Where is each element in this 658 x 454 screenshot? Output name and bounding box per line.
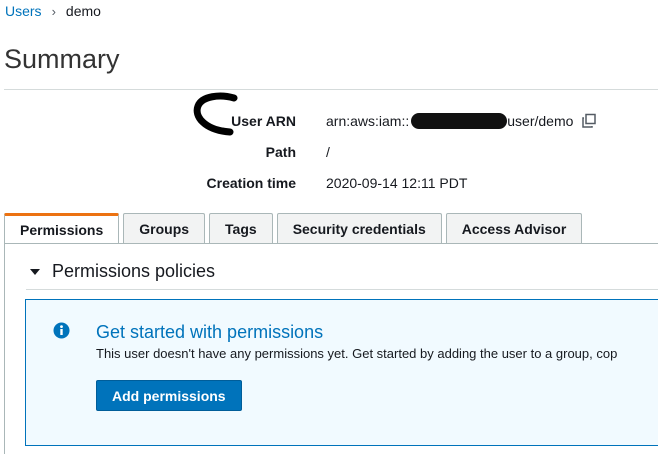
tab-tags[interactable]: Tags xyxy=(209,213,273,243)
tab-access-advisor[interactable]: Access Advisor xyxy=(445,213,583,243)
tab-bar: Permissions Groups Tags Security credent… xyxy=(4,213,586,244)
path-label: Path xyxy=(265,144,296,160)
section-divider xyxy=(26,289,658,290)
content-border xyxy=(4,243,5,454)
user-arn-label: User ARN xyxy=(231,113,296,129)
tab-groups[interactable]: Groups xyxy=(123,213,206,243)
add-permissions-button[interactable]: Add permissions xyxy=(96,380,242,411)
creation-time-value: 2020-09-14 12:11 PDT xyxy=(326,175,468,191)
user-arn-value: arn:aws:iam:: user/demo xyxy=(326,113,597,129)
creation-time-label: Creation time xyxy=(206,175,296,191)
user-arn-suffix: user/demo xyxy=(507,113,574,129)
info-alert: Get started with permissions This user d… xyxy=(25,299,658,446)
breadcrumb-current: demo xyxy=(65,3,101,19)
copy-icon[interactable] xyxy=(581,113,597,129)
title-divider xyxy=(4,89,658,90)
path-value: / xyxy=(326,144,330,160)
user-arn-prefix: arn:aws:iam:: xyxy=(326,113,410,129)
breadcrumb-separator-icon: › xyxy=(51,3,56,19)
tab-security-credentials[interactable]: Security credentials xyxy=(276,213,442,243)
page-title: Summary xyxy=(4,44,120,74)
info-icon xyxy=(53,322,70,344)
info-text: This user doesn't have any permissions y… xyxy=(96,346,618,361)
info-title: Get started with permissions xyxy=(96,322,324,342)
breadcrumb: Users › demo xyxy=(5,3,101,19)
section-title: Permissions policies xyxy=(52,261,216,281)
breadcrumb-users-link[interactable]: Users xyxy=(5,3,42,19)
permissions-policies-header[interactable]: Permissions policies xyxy=(30,261,215,282)
tabs-divider xyxy=(4,243,658,244)
tab-permissions[interactable]: Permissions xyxy=(4,213,120,244)
caret-down-icon[interactable] xyxy=(30,268,40,275)
redacted-account-id xyxy=(411,113,508,129)
